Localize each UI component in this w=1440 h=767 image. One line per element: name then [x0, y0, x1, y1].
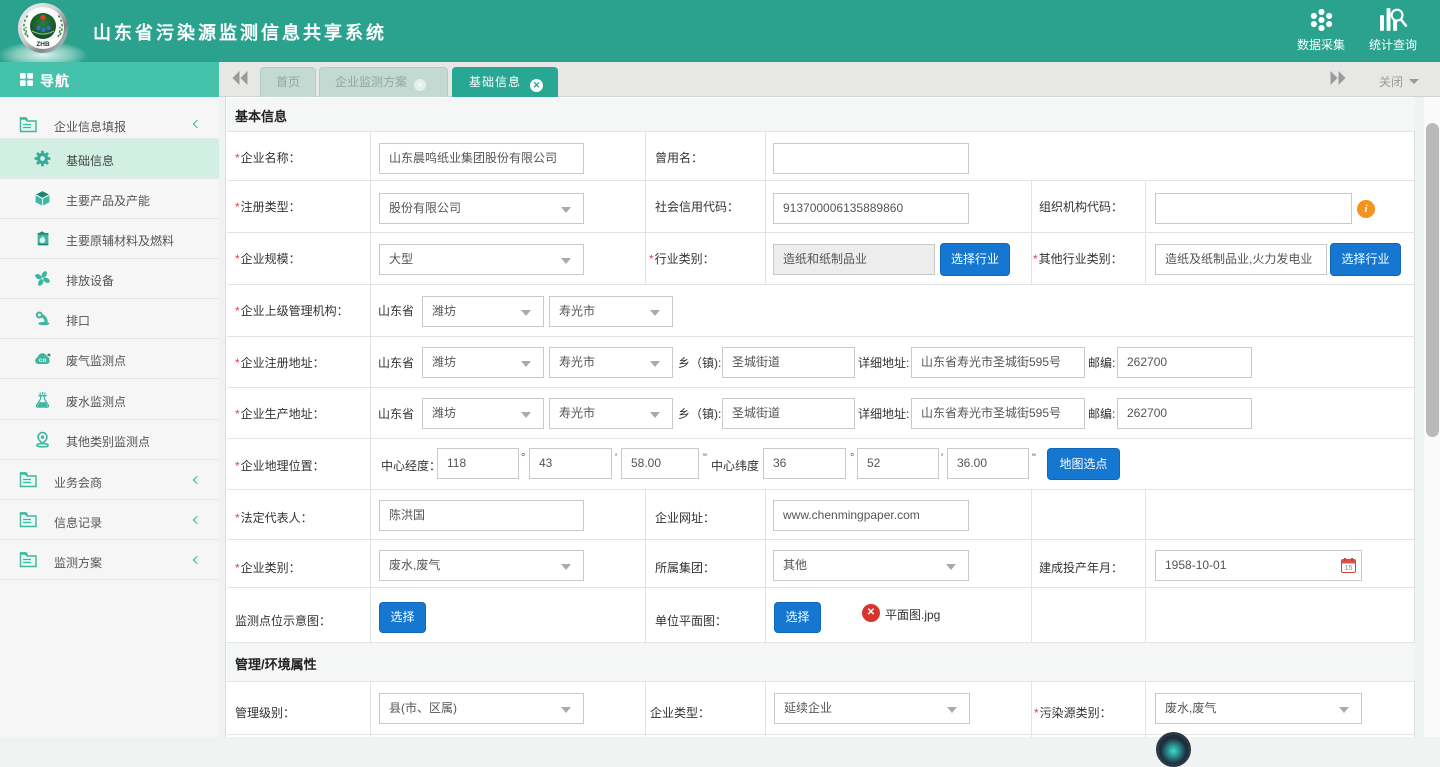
svg-text:ZHB: ZHB — [36, 41, 50, 48]
svg-text:15: 15 — [1345, 565, 1353, 572]
svg-text:co: co — [39, 358, 47, 365]
